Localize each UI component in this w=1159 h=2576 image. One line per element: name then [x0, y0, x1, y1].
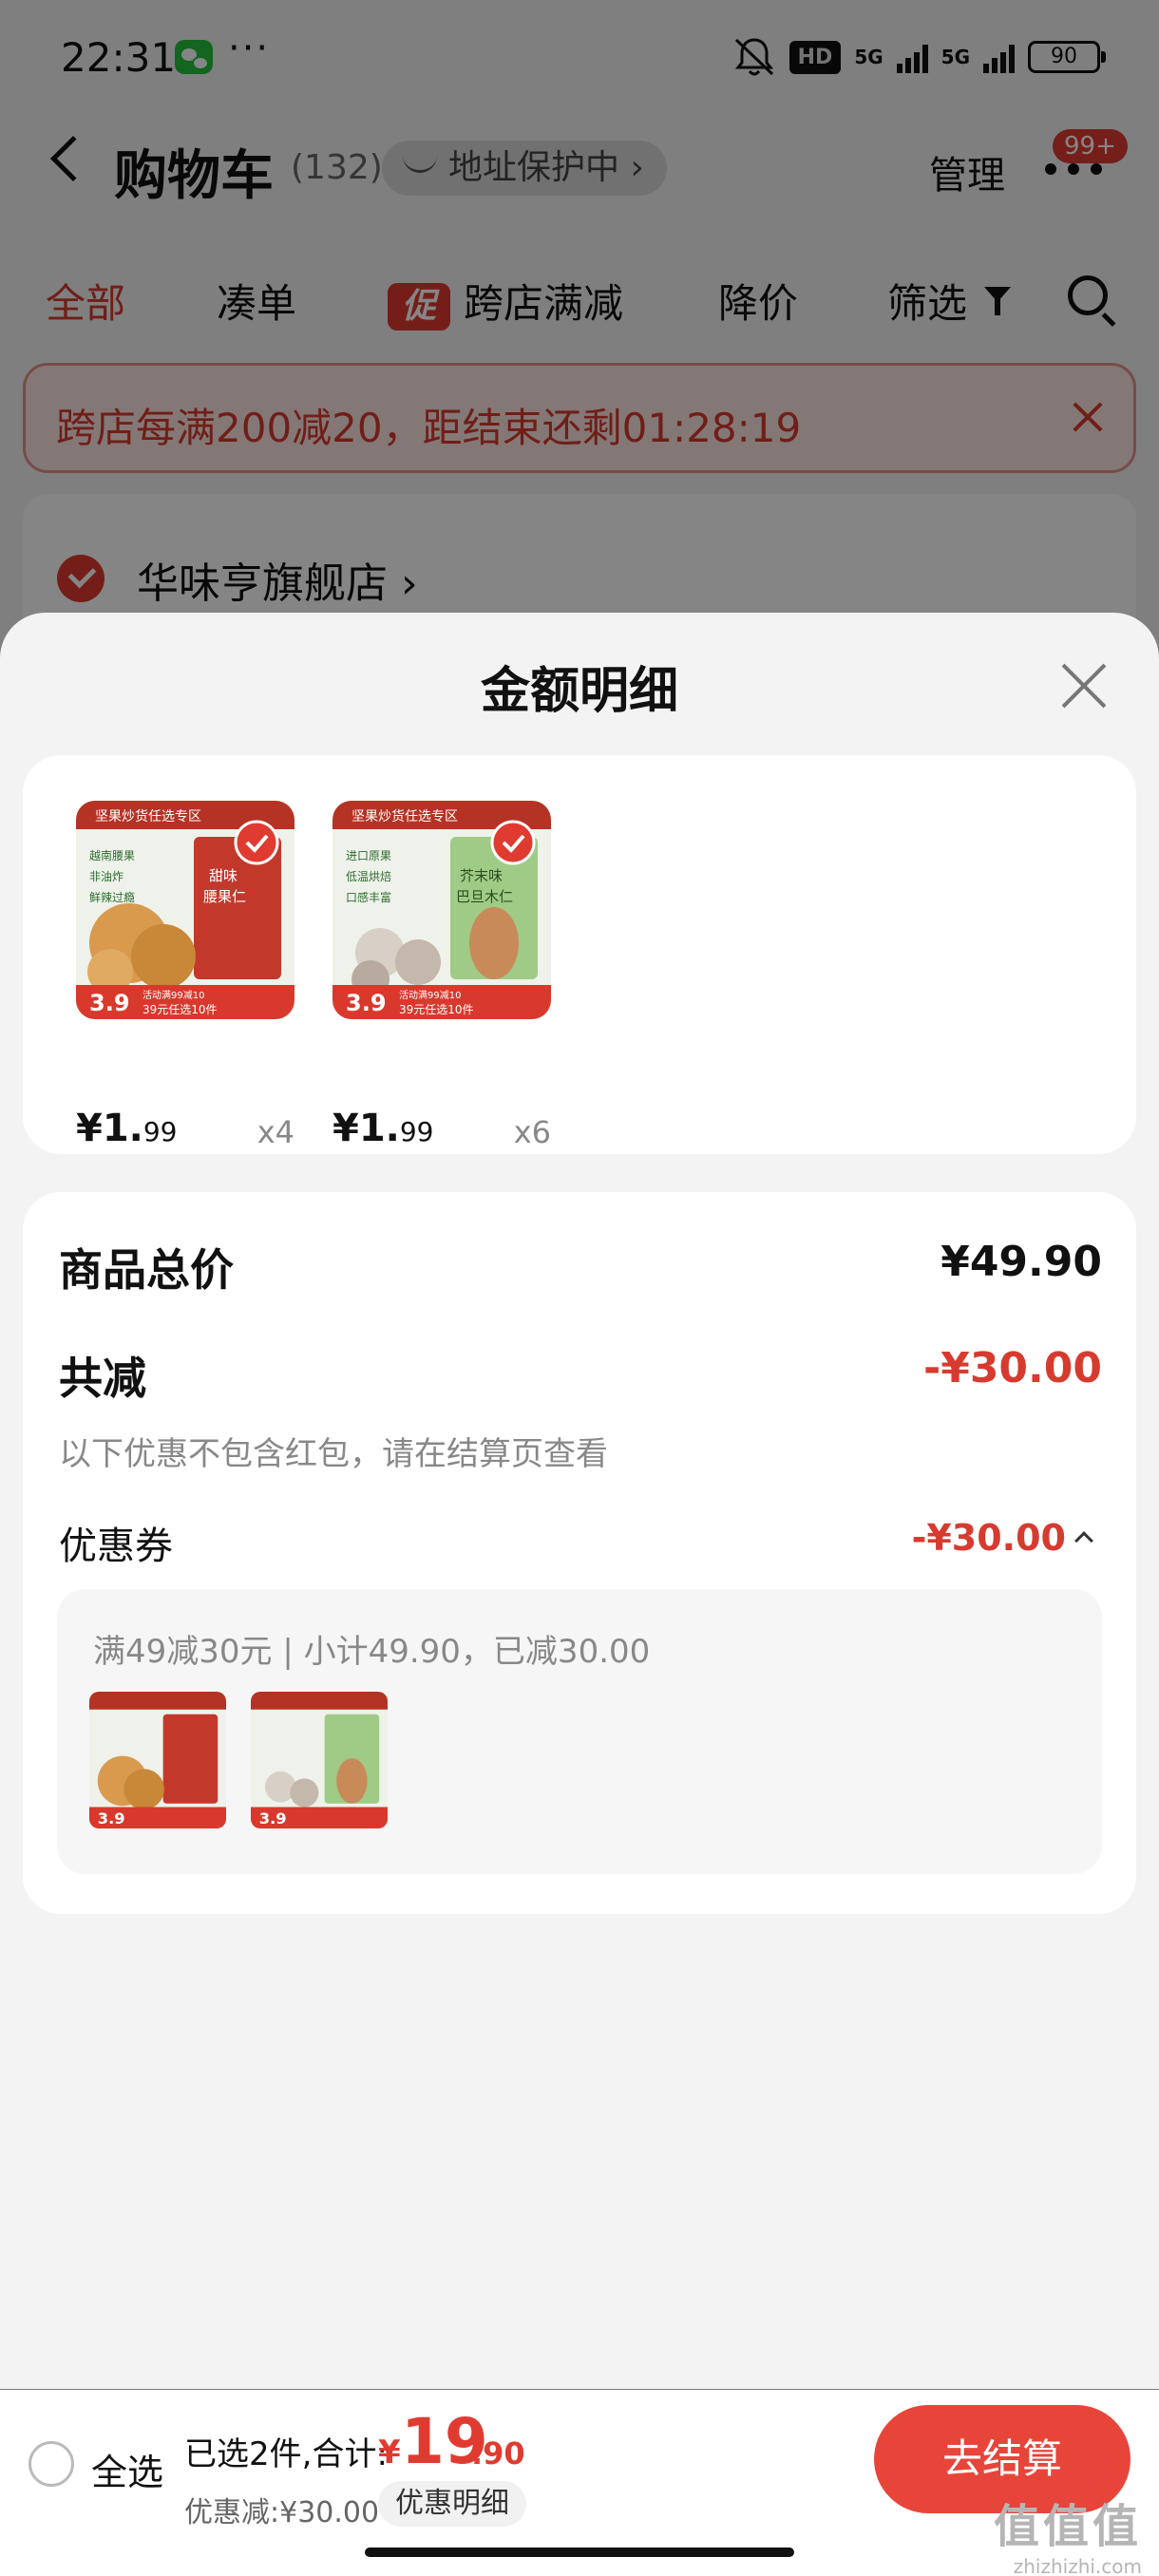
total-currency: ¥: [378, 2434, 401, 2472]
promo-sub: 活动满99减10: [142, 990, 204, 1001]
total-price-value: ¥49.90: [940, 1238, 1102, 1286]
promo-price: 3.9: [89, 990, 130, 1016]
product-list-card: 坚果炒货任选专区 甜味 腰果仁 越南腰果 非油炸 鲜辣过瘾 3.9 活动满99减…: [23, 755, 1136, 1154]
coupon-value: -¥30.00: [911, 1517, 1066, 1559]
coupon-toggle[interactable]: -¥30.00: [911, 1517, 1093, 1559]
discount-note: 以下优惠不包含红包，请在结算页查看: [59, 1435, 608, 1473]
home-indicator[interactable]: [365, 2548, 794, 2557]
watermark-logo: 值值值: [993, 2500, 1142, 2553]
selected-summary: 已选2件,合计:: [184, 2435, 388, 2473]
product-tag: 低温烘焙: [346, 869, 391, 883]
product-price: ¥1.99: [76, 1107, 178, 1150]
overlay-mask[interactable]: [0, 0, 1159, 665]
discount-value: -¥30.00: [922, 1344, 1102, 1392]
product-flavor: 甜味: [209, 867, 238, 884]
coupon-product-thumbnail: 3.9: [251, 1692, 388, 1828]
coupon-label: 优惠券: [59, 1525, 173, 1568]
product-badge-text: 坚果炒货任选专区: [95, 808, 201, 824]
product-tag: 鲜辣过瘾: [89, 890, 135, 904]
coupon-product-thumbnail: 3.9: [89, 1692, 226, 1828]
promo-label: 39元任选10件: [142, 1003, 218, 1016]
product-badge-text: 坚果炒货任选专区: [352, 808, 458, 824]
total-amount-decimal: .90: [471, 2435, 525, 2472]
price-summary-card: 商品总价 ¥49.90 共减 -¥30.00 以下优惠不包含红包，请在结算页查看…: [23, 1192, 1136, 1914]
total-price-label: 商品总价: [59, 1244, 234, 1296]
product-quantity: x6: [513, 1114, 551, 1150]
sheet-title: 金额明细: [480, 663, 678, 720]
promo-label: 39元任选10件: [399, 1003, 474, 1016]
watermark: 值值值 zhizhizhi.com: [994, 2489, 1142, 2576]
chevron-up-icon: [1074, 1530, 1093, 1550]
product-name: 腰果仁: [203, 888, 246, 905]
discount-summary: 优惠减:¥30.00: [184, 2496, 380, 2529]
product-flavor: 芥末味: [460, 867, 503, 884]
discount-label: 共减: [59, 1353, 146, 1404]
product-image: 坚果炒货任选专区 甜味 腰果仁 越南腰果 非油炸 鲜辣过瘾 3.9 活动满99减…: [76, 801, 294, 1019]
discount-detail-button[interactable]: 优惠明细: [378, 2481, 526, 2527]
product-item[interactable]: 坚果炒货任选专区 芥末味 巴旦木仁 进口原果 低温烘焙 口感丰富 3.9 活动满…: [332, 801, 551, 1150]
close-icon[interactable]: [1058, 660, 1110, 711]
select-all-checkbox[interactable]: [28, 2441, 74, 2487]
promo-price: 3.9: [98, 1809, 125, 1828]
product-item[interactable]: 坚果炒货任选专区 甜味 腰果仁 越南腰果 非油炸 鲜辣过瘾 3.9 活动满99减…: [76, 801, 294, 1150]
product-name: 巴旦木仁: [456, 888, 513, 905]
product-image: 坚果炒货任选专区 芥末味 巴旦木仁 进口原果 低温烘焙 口感丰富 3.9 活动满…: [332, 801, 551, 1019]
coupon-description: 满49减30元 | 小计49.90，已减30.00: [93, 1633, 651, 1671]
product-price: ¥1.99: [332, 1107, 434, 1150]
promo-sub: 活动满99减10: [399, 990, 461, 1001]
product-tag: 进口原果: [346, 849, 391, 862]
product-tag: 非油炸: [89, 870, 124, 883]
select-all-label[interactable]: 全选: [91, 2443, 163, 2495]
product-tag: 越南腰果: [89, 848, 135, 862]
amount-detail-sheet: 金额明细 坚果炒货任选专区 甜味 腰果仁 越南腰果 非油炸 鲜辣过瘾 3.9 活…: [0, 613, 1159, 2389]
product-quantity: x4: [256, 1114, 294, 1150]
product-tag: 口感丰富: [346, 890, 391, 904]
coupon-detail-box: 满49减30元 | 小计49.90，已减30.00 3.9 3.9: [57, 1589, 1102, 1874]
watermark-url: zhizhizhi.com: [1013, 2555, 1142, 2576]
promo-price: 3.9: [259, 1809, 287, 1828]
promo-price: 3.9: [346, 990, 387, 1016]
